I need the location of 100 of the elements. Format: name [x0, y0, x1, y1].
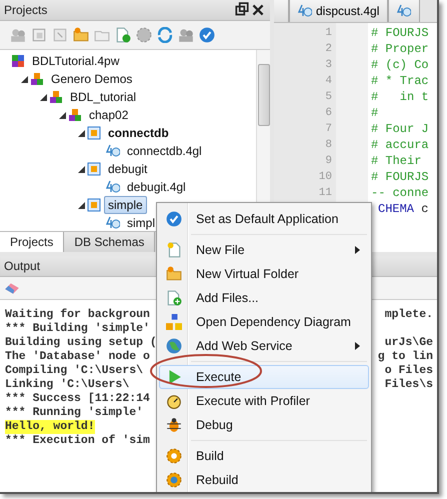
source-file-icon [106, 180, 120, 194]
panel-tab[interactable]: Projects [0, 232, 64, 252]
stopwatch-icon [166, 393, 182, 409]
line-number: 3 [324, 58, 333, 73]
tree-item[interactable]: simple [104, 196, 147, 214]
menu-item[interactable]: Debug [159, 413, 369, 437]
menu-item[interactable]: Rebuild [159, 468, 369, 492]
tree-item[interactable]: chap02 [85, 106, 132, 124]
code-line: CHEMA c [377, 201, 430, 217]
expand-arrow-icon[interactable] [78, 130, 85, 136]
app-icon [87, 126, 101, 140]
menu-item[interactable]: Open Dependency Diagram [159, 310, 369, 334]
output-line: *** Success [11:22:14 [5, 392, 150, 406]
tree-item[interactable]: debugit.4gl [123, 178, 190, 196]
expand-arrow-icon[interactable] [78, 166, 85, 172]
output-line: The 'Database' node o [5, 350, 150, 364]
output-line: urJs\Ge [384, 336, 433, 350]
code-line: # in t [371, 89, 430, 105]
gear-icon [166, 472, 182, 488]
tree-item[interactable]: Genero Demos [47, 70, 136, 88]
tree-item[interactable]: debugit [104, 160, 152, 178]
menu-item[interactable]: Execute with Profiler [159, 389, 369, 413]
copy-icon[interactable] [31, 27, 47, 43]
line-number: 9 [324, 154, 333, 169]
line-number: 2 [324, 42, 333, 57]
code-line: # FOURJS [371, 25, 430, 41]
output-line: *** Execution of 'sim [5, 434, 150, 448]
panel-title: Projects [4, 3, 48, 17]
tree-item[interactable]: BDLTutorial.4pw [28, 52, 124, 70]
code-line: # [371, 105, 380, 121]
source-file-icon [397, 4, 412, 18]
menu-item[interactable]: Build [159, 444, 369, 468]
people-icon[interactable] [178, 27, 194, 43]
code-line: # Their [371, 153, 422, 169]
menu-item[interactable]: New File [159, 238, 369, 262]
close-icon[interactable] [250, 2, 266, 18]
expand-arrow-icon[interactable] [21, 76, 28, 82]
expand-arrow-icon[interactable] [59, 112, 66, 118]
code-line: # accura [371, 137, 430, 153]
line-number: 4 [324, 74, 333, 89]
folder-icon [166, 266, 182, 282]
new-file-icon[interactable] [115, 27, 131, 43]
blocks-icon [68, 108, 82, 122]
blocks-icon [49, 90, 63, 104]
editor-tab[interactable] [274, 0, 289, 22]
code-line: # FOURJS [371, 169, 430, 185]
output-line: *** Building 'simple' [5, 322, 150, 336]
code-line: -- conne [371, 185, 430, 201]
gear-icon[interactable] [136, 27, 152, 43]
line-number: 8 [324, 138, 333, 153]
tree-item[interactable]: simpl [123, 214, 160, 231]
output-line: Files\s [384, 378, 433, 392]
menu-item[interactable]: Execute [159, 365, 369, 389]
restore-icon[interactable] [234, 2, 250, 18]
line-number: 1 [324, 26, 333, 41]
line-number: 7 [324, 122, 333, 137]
output-line: g to lin [378, 350, 433, 364]
check-icon[interactable] [199, 27, 215, 43]
app-icon [87, 198, 101, 212]
output-line: Waiting for backgroun [5, 308, 150, 322]
code-line: # Four J [371, 121, 430, 137]
check-icon [166, 211, 182, 227]
panel-title: Output [4, 259, 42, 273]
menu-item[interactable]: New Virtual Folder [159, 262, 369, 286]
sync-icon[interactable] [157, 27, 173, 43]
cut-icon[interactable] [52, 27, 68, 43]
diagram-icon [166, 314, 182, 330]
gear-icon [166, 448, 182, 464]
output-line: mplete. [384, 308, 433, 322]
output-line: Building using setup ( [5, 336, 157, 350]
output-line: o Files [384, 364, 433, 378]
tree-item[interactable]: connectdb [104, 124, 173, 142]
panel-tab[interactable]: DB Schemas [64, 232, 156, 252]
source-file-icon [106, 216, 120, 230]
app-icon [87, 162, 101, 176]
source-file-icon [106, 144, 120, 158]
blocks-icon [30, 72, 44, 86]
line-number: 10 [318, 170, 333, 185]
menu-item[interactable]: Add Web Service [159, 334, 369, 358]
tree-item[interactable]: connectdb.4gl [123, 142, 206, 160]
output-line: Linking 'C:\Users\ [5, 378, 130, 392]
add-file-icon [166, 290, 182, 306]
people-icon[interactable] [10, 27, 26, 43]
folder-icon[interactable] [73, 27, 89, 43]
menu-item[interactable]: Add Files... [159, 286, 369, 310]
expand-arrow-icon[interactable] [78, 202, 85, 208]
code-line: # (c) Co [371, 57, 430, 73]
editor-tab[interactable]: dispcust.4gl [289, 0, 388, 22]
code-line: # * Trac [371, 73, 430, 89]
line-number: 6 [324, 106, 333, 121]
source-file-icon [298, 4, 312, 18]
code-line: # Proper [371, 41, 430, 57]
line-number: 5 [324, 90, 333, 105]
editor-tab[interactable] [388, 0, 420, 22]
expand-arrow-icon[interactable] [40, 94, 47, 100]
bug-icon [166, 417, 182, 433]
globe-icon [166, 338, 182, 354]
output-line: Compiling 'C:\Users\ [5, 364, 144, 378]
menu-item[interactable]: Set as Default Application [159, 207, 369, 231]
tree-item[interactable]: BDL_tutorial [66, 88, 140, 106]
